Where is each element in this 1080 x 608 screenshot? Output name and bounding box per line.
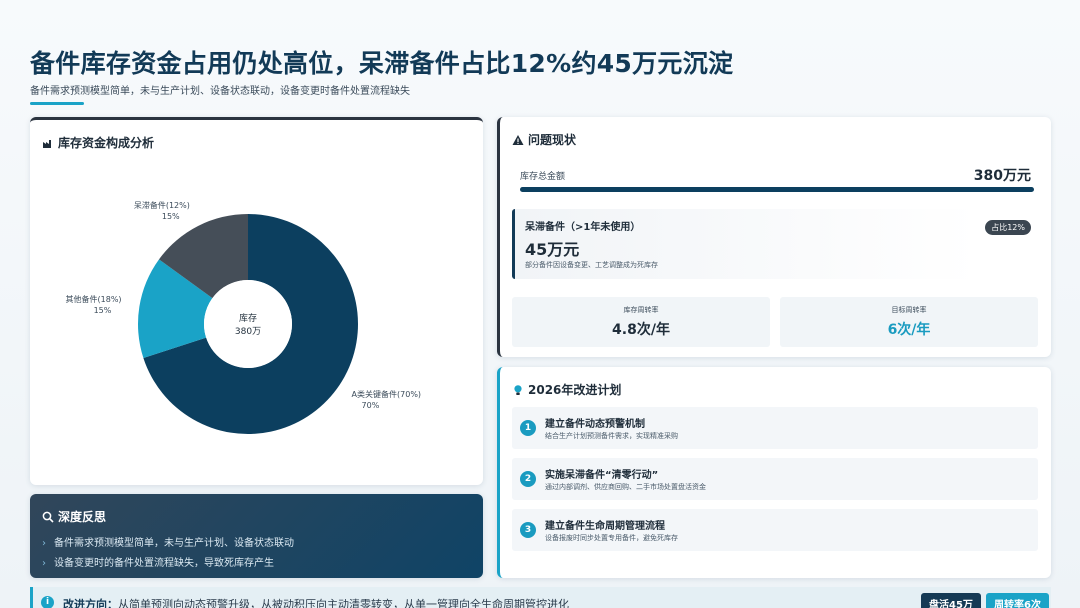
plan-item-title: 实施呆滞备件“清零行动” bbox=[545, 470, 659, 481]
kpi-target-turnover: 目标周转率 6次/年 bbox=[780, 297, 1038, 347]
donut-center-label: 380万 bbox=[235, 327, 261, 337]
stuck-parts-value: 45万元 bbox=[525, 240, 580, 259]
total-amount-bar bbox=[520, 187, 1034, 192]
turnover-pill: 周转率6次 bbox=[986, 593, 1049, 608]
plan-item-desc: 设备报废时同步处置专用备件，避免死库存 bbox=[545, 534, 678, 542]
improvement-direction-label: 改进方向： bbox=[63, 598, 118, 608]
slice-value-label: 15% bbox=[162, 212, 180, 221]
page-title: 备件库存资金占用仍处高位，呆滞备件占比12%约45万元沉淀 bbox=[30, 49, 734, 78]
reflection-title: 深度反思 bbox=[58, 510, 107, 524]
lightbulb-icon bbox=[512, 384, 524, 396]
donut-center bbox=[204, 280, 292, 368]
problem-title: 问题现状 bbox=[528, 133, 577, 147]
stuck-parts-note: 部分备件因设备变更、工艺调整成为死库存 bbox=[525, 261, 658, 269]
kpi-value: 6次/年 bbox=[887, 322, 931, 338]
reflection-item: › 设备变更时的备件处置流程缺失，导致死库存产生 bbox=[42, 558, 274, 569]
improvement-direction-bar: i 改进方向：从简单预测向动态预警升级，从被动积压向主动清零转变，从单一管理向全… bbox=[30, 587, 1051, 608]
kpi-label: 目标周转率 bbox=[891, 306, 927, 314]
chevron-right-icon: › bbox=[42, 538, 46, 549]
plan-number-badge: 2 bbox=[520, 471, 536, 487]
reflection-header: 深度反思 bbox=[42, 508, 106, 525]
warning-icon bbox=[512, 134, 524, 146]
stuck-parts-box: 呆滞备件（>1年未使用） 45万元 部分备件因设备变更、工艺调整成为死库存 bbox=[512, 209, 978, 279]
savings-pill: 盘活45万 bbox=[921, 593, 981, 608]
slice-value-label: 15% bbox=[94, 306, 112, 315]
kpi-label: 库存周转率 bbox=[623, 306, 659, 314]
plan-title: 2026年改进计划 bbox=[528, 383, 622, 397]
donut-chart: A类关键备件(70%) 70% 其他备件(18%) 15% 呆滞备件(12%) 15% 库存… bbox=[66, 200, 422, 434]
plan-item-desc: 通过内部调剂、供应商回购、二手市场处置盘活资金 bbox=[545, 483, 706, 491]
chevron-right-icon: › bbox=[42, 558, 46, 569]
info-icon: i bbox=[41, 596, 54, 608]
plan-number-badge: 1 bbox=[520, 420, 536, 436]
plan-item-title: 建立备件生命周期管理流程 bbox=[545, 521, 665, 532]
plan-header: 2026年改进计划 bbox=[512, 381, 621, 398]
total-amount-label: 库存总金额 bbox=[520, 172, 566, 182]
problem-status-card: 问题现状 库存总金额 380万元 呆滞备件（>1年未使用） 45万元 部分备件因… bbox=[497, 117, 1051, 357]
plan-item: 2 实施呆滞备件“清零行动” 通过内部调剂、供应商回购、二手市场处置盘活资金 bbox=[512, 458, 1038, 500]
title-underline bbox=[30, 102, 84, 105]
kpi-current-turnover: 库存周转率 4.8次/年 bbox=[512, 297, 770, 347]
plan-item-desc: 结合生产计划预测备件需求，实现精准采购 bbox=[545, 432, 678, 440]
slice-name-label: A类关键备件(70%) bbox=[352, 389, 422, 399]
improvement-direction-body: 从简单预测向动态预警升级，从被动积压向主动清零转变，从单一管理向全生命周期管控进… bbox=[118, 598, 569, 608]
search-icon bbox=[42, 511, 54, 523]
slice-name-label: 呆滞备件(12%) bbox=[134, 200, 190, 210]
slice-name-label: 其他备件(18%) bbox=[66, 294, 122, 304]
slice-value-label: 70% bbox=[362, 401, 380, 410]
plan-number-badge: 3 bbox=[520, 522, 536, 538]
kpi-value: 4.8次/年 bbox=[612, 322, 670, 338]
inventory-composition-card: 库存资金构成分析 A类关键备件(70%) 70% 其他备件(18%) 15% 呆滞备件(… bbox=[30, 117, 483, 485]
problem-header: 问题现状 bbox=[512, 131, 576, 148]
reflection-item: › 备件需求预测模型简单，未与生产计划、设备状态联动 bbox=[42, 538, 294, 549]
plan-item-title: 建立备件动态预警机制 bbox=[545, 419, 645, 430]
improvement-plan-card: 2026年改进计划 1 建立备件动态预警机制 结合生产计划预测备件需求，实现精准… bbox=[497, 367, 1051, 578]
stuck-parts-title: 呆滞备件（>1年未使用） bbox=[525, 222, 641, 233]
total-amount-value: 380万元 bbox=[973, 168, 1031, 184]
plan-item: 3 建立备件生命周期管理流程 设备报废时同步处置专用备件，避免死库存 bbox=[512, 509, 1038, 551]
reflection-card: 深度反思 › 备件需求预测模型简单，未与生产计划、设备状态联动 › 设备变更时的备件… bbox=[30, 494, 483, 578]
stuck-share-badge: 占比12% bbox=[985, 220, 1031, 235]
donut-center-label: 库存 bbox=[239, 312, 257, 324]
page-subtitle: 备件需求预测模型简单，未与生产计划、设备状态联动，设备变更时备件处置流程缺失 bbox=[30, 86, 410, 97]
plan-item: 1 建立备件动态预警机制 结合生产计划预测备件需求，实现精准采购 bbox=[512, 407, 1038, 449]
improvement-direction-text: 改进方向：从简单预测向动态预警升级，从被动积压向主动清零转变，从单一管理向全生命… bbox=[63, 596, 569, 608]
